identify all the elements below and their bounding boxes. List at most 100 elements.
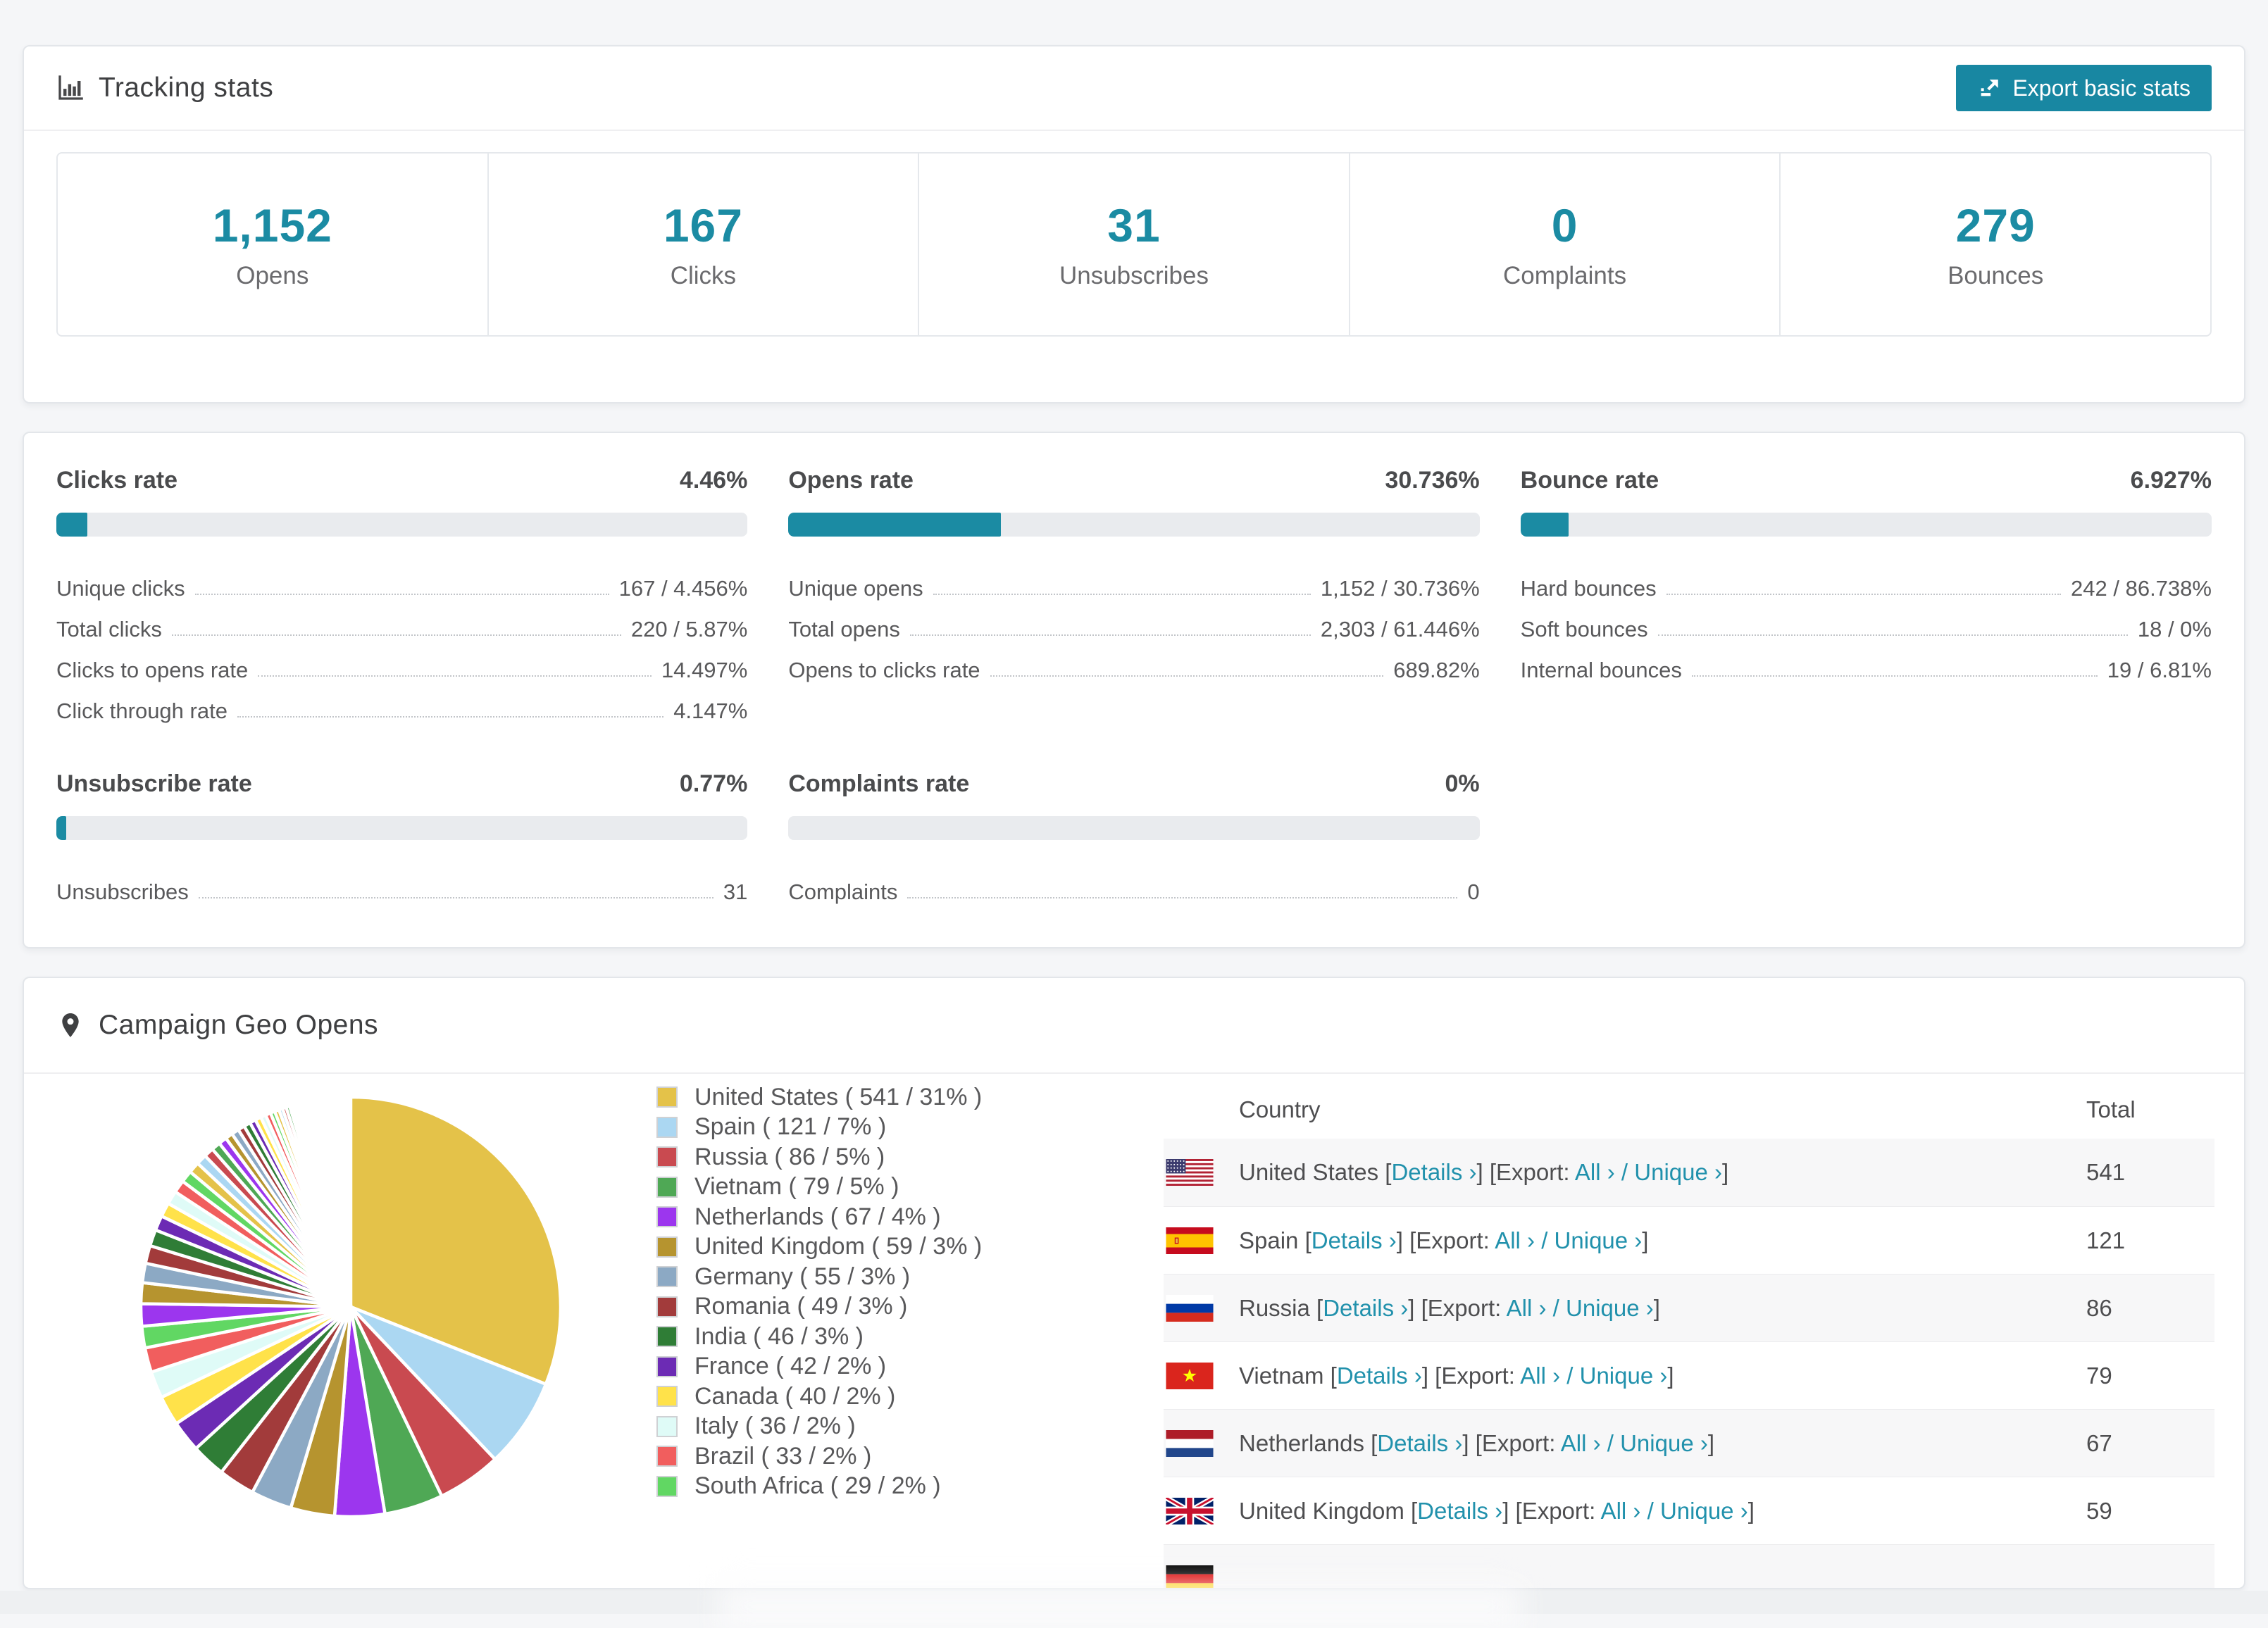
stat-clicks: 167 Clicks — [489, 154, 920, 335]
geo-row-country-cell: Vietnam [Details ›] [Export: All › / Uni… — [1164, 1362, 2086, 1389]
legend-label: Romania ( 49 / 3% ) — [694, 1293, 908, 1320]
geo-row-country-cell: United Kingdom [Details ›] [Export: All … — [1164, 1497, 2086, 1524]
details-link-vn[interactable]: Details › — [1337, 1363, 1422, 1389]
stat-label: Complaints — [1503, 262, 1627, 289]
stat-bounces: 279 Bounces — [1781, 154, 2210, 335]
progress-bar-fill — [56, 513, 87, 537]
export-all-link-ru[interactable]: All › — [1507, 1295, 1547, 1321]
export-unique-link-gb[interactable]: Unique › — [1660, 1498, 1748, 1524]
legend-item-canada: Canada ( 40 / 2% ) — [656, 1383, 982, 1410]
details-link-es[interactable]: Details › — [1311, 1227, 1397, 1253]
geo-opens-pie-chart — [139, 1095, 563, 1519]
slash-separator: / — [1535, 1227, 1554, 1253]
progress-bar-track — [788, 816, 1480, 840]
stat-value: 31 — [1107, 199, 1161, 251]
geo-table-row-es: Spain [Details ›] [Export: All › / Uniqu… — [1164, 1206, 2214, 1274]
rate-detail-row: Unsubscribes 31 — [56, 864, 747, 905]
rate-detail-label: Soft bounces — [1520, 617, 1648, 641]
rate-detail-label: Clicks to opens rate — [56, 658, 249, 682]
legend-label: France ( 42 / 2% ) — [694, 1353, 887, 1379]
rate-detail-rows: Hard bounces 242 / 86.738% Soft bounces 18 … — [1521, 561, 2212, 683]
rate-detail-row: Hard bounces 242 / 86.738% — [1521, 561, 2212, 601]
dotted-leader — [198, 897, 714, 898]
country-name: Spain — [1239, 1227, 1299, 1253]
export-all-link-nl[interactable]: All › — [1561, 1430, 1601, 1456]
geo-row-country-text: Russia [Details ›] [Export: All › / Uniq… — [1239, 1294, 1660, 1321]
legend-label: Netherlands ( 67 / 4% ) — [694, 1203, 941, 1230]
dotted-leader — [909, 634, 1311, 636]
rate-detail-label: Opens to clicks rate — [788, 658, 980, 682]
geo-row-country-cell: United States [Details ›] [Export: All ›… — [1164, 1159, 2086, 1186]
export-unique-link-ru[interactable]: Unique › — [1566, 1295, 1654, 1321]
rate-detail-value: 31 — [723, 879, 748, 904]
details-link-us[interactable]: Details › — [1391, 1159, 1476, 1185]
rate-detail-label: Total clicks — [56, 617, 162, 641]
bar-chart-icon — [56, 74, 85, 102]
rate-detail-row: Unique opens 1,152 / 30.736% — [788, 561, 1479, 601]
legend-item-russia: Russia ( 86 / 5% ) — [656, 1144, 982, 1170]
rate-detail-label: Complaints — [788, 879, 898, 904]
stat-label: Clicks — [670, 262, 737, 289]
rate-percentage: 4.46% — [679, 467, 748, 494]
rate-detail-row: Opens to clicks rate 689.82% — [788, 642, 1479, 683]
legend-swatch — [656, 1146, 678, 1167]
geo-row-total: 79 — [2086, 1362, 2112, 1389]
export-basic-stats-button[interactable]: Export basic stats — [1956, 65, 2212, 111]
progress-bar-track — [56, 816, 748, 840]
country-name: United States — [1239, 1159, 1379, 1185]
rate-detail-label: Unsubscribes — [56, 879, 189, 904]
export-unique-link-us[interactable]: Unique › — [1634, 1159, 1722, 1185]
legend-label: Spain ( 121 / 7% ) — [694, 1113, 887, 1140]
legend-swatch — [656, 1446, 678, 1467]
export-all-link-us[interactable]: All › — [1575, 1159, 1615, 1185]
rate-detail-label: Hard bounces — [1520, 576, 1657, 601]
country-name: Vietnam — [1239, 1362, 1324, 1389]
dotted-leader — [933, 594, 1311, 595]
dotted-leader — [171, 634, 621, 636]
country-name: United Kingdom — [1239, 1497, 1404, 1524]
slash-separator: / — [1614, 1159, 1635, 1185]
geo-row-country-text: Spain [Details ›] [Export: All › / Uniqu… — [1239, 1227, 1649, 1253]
details-link-ru[interactable]: Details › — [1323, 1295, 1408, 1321]
rate-detail-value: 14.497% — [661, 658, 748, 682]
stat-label: Bounces — [1948, 262, 2044, 289]
stat-value: 0 — [1551, 199, 1578, 251]
export-unique-link-nl[interactable]: Unique › — [1620, 1430, 1708, 1456]
legend-swatch — [656, 1176, 678, 1198]
rates-card: Clicks rate 4.46% Unique clicks 167 / 4.456… — [23, 432, 2245, 948]
geo-body: United States ( 541 / 31% ) Spain ( 121 /… — [24, 1074, 2244, 1588]
nl-flag-icon — [1166, 1429, 1214, 1457]
dotted-leader — [258, 675, 652, 677]
rate-header: Opens rate 30.736% — [788, 467, 1479, 494]
legend-swatch — [656, 1236, 678, 1258]
export-all-link-gb[interactable]: All › — [1601, 1498, 1641, 1524]
rate-block-bounce-rate: Bounce rate 6.927% Hard bounces 242 / 86.73… — [1520, 467, 2212, 724]
rate-title: Opens rate — [788, 467, 914, 494]
export-unique-link-vn[interactable]: Unique › — [1580, 1363, 1668, 1389]
es-flag-icon — [1166, 1227, 1214, 1254]
legend-swatch — [656, 1386, 678, 1407]
legend-label: United Kingdom ( 59 / 3% ) — [694, 1233, 983, 1260]
details-link-nl[interactable]: Details › — [1377, 1430, 1462, 1456]
stat-label: Unsubscribes — [1059, 262, 1209, 289]
export-all-link-es[interactable]: All › — [1495, 1227, 1535, 1253]
geo-row-total: 121 — [2086, 1227, 2126, 1253]
rate-detail-value: 689.82% — [1393, 658, 1480, 682]
rate-detail-value: 242 / 86.738% — [2071, 576, 2212, 601]
dotted-leader — [1657, 634, 2128, 636]
export-icon — [1981, 79, 1999, 96]
rate-detail-value: 1,152 / 30.736% — [1320, 576, 1480, 601]
details-link-gb[interactable]: Details › — [1417, 1498, 1502, 1524]
legend-item-south-africa: South Africa ( 29 / 2% ) — [656, 1472, 982, 1499]
column-header-country: Country — [1239, 1096, 1321, 1122]
rate-block-unsubscribe-rate: Unsubscribe rate 0.77% Unsubscribes 31 — [56, 770, 748, 905]
export-all-link-vn[interactable]: All › — [1520, 1363, 1560, 1389]
progress-bar-fill — [1520, 513, 1569, 537]
progress-bar-track — [1520, 513, 2212, 537]
rate-detail-value: 0 — [1467, 879, 1480, 904]
rate-detail-rows: Complaints 0 — [788, 864, 1479, 905]
page-title: Tracking stats — [99, 73, 274, 103]
rate-detail-row: Internal bounces 19 / 6.81% — [1521, 642, 2212, 683]
rate-block-clicks-rate: Clicks rate 4.46% Unique clicks 167 / 4.456… — [56, 467, 748, 724]
export-unique-link-es[interactable]: Unique › — [1554, 1227, 1643, 1253]
